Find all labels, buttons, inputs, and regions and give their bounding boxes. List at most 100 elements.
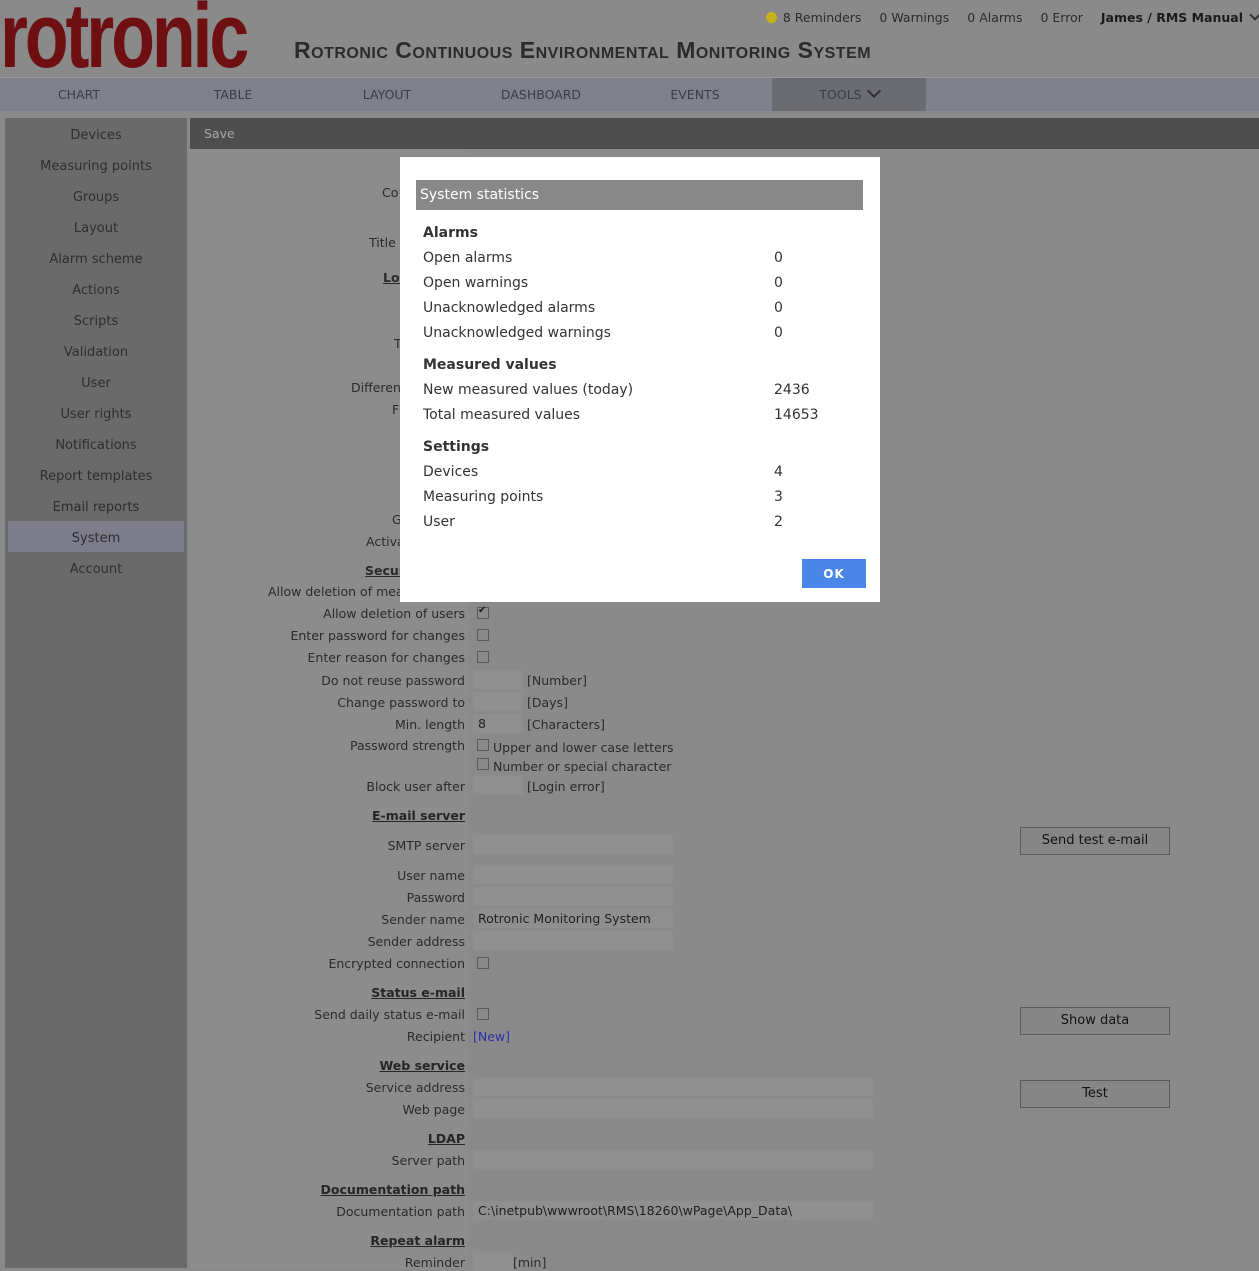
save-button[interactable]: Save	[204, 126, 235, 141]
block-user-input[interactable]	[473, 776, 523, 795]
settings-heading: Settings	[423, 439, 490, 455]
label-recipient: Recipient	[406, 1029, 465, 1044]
reminder-input[interactable]	[473, 1252, 513, 1271]
sidebar-item-alarm-scheme[interactable]: Alarm scheme	[5, 242, 187, 273]
tools-sidebar: Devices Measuring points Groups Layout A…	[5, 118, 187, 1268]
no-reuse-input[interactable]	[473, 670, 523, 689]
nav-events[interactable]: EVENTS	[618, 78, 772, 111]
sidebar-item-groups[interactable]: Groups	[5, 180, 187, 211]
new-recipient-link[interactable]: [New]	[473, 1029, 510, 1044]
alarms-link[interactable]: 0 Alarms	[967, 10, 1022, 25]
measured-heading: Measured values	[423, 357, 557, 373]
checkbox-allow-delete-users[interactable]	[477, 605, 489, 619]
label-fragment: Allow deletion of meas	[268, 584, 411, 599]
label-server-path: Server path	[391, 1153, 465, 1168]
stat-row: Open warnings 0	[423, 275, 783, 291]
sender-name-input[interactable]: Rotronic Monitoring System	[473, 909, 673, 928]
system-statistics-dialog: System statistics Alarms Open alarms 0 Op…	[400, 157, 880, 602]
sidebar-item-scripts[interactable]: Scripts	[5, 304, 187, 335]
section-web-service: Web service	[379, 1058, 465, 1073]
app-title: Rotronic Continuous Environmental Monito…	[294, 37, 872, 63]
label-send-daily: Send daily status e-mail	[314, 1007, 465, 1022]
label-password-strength: Password strength	[349, 738, 465, 753]
sidebar-item-user-rights[interactable]: User rights	[5, 397, 187, 428]
stat-row: Open alarms 0	[423, 250, 783, 266]
stat-row: Total measured values 14653	[423, 407, 819, 423]
service-address-input[interactable]	[473, 1077, 873, 1096]
label-service-address: Service address	[365, 1080, 465, 1095]
ok-button[interactable]: OK	[802, 559, 866, 588]
label-no-reuse: Do not reuse password	[321, 673, 465, 688]
nav-tools[interactable]: TOOLS	[772, 78, 926, 111]
checkbox-send-daily[interactable]	[477, 1008, 489, 1020]
label-smtp: SMTP server	[387, 838, 465, 853]
section-documentation-path: Documentation path	[320, 1182, 465, 1197]
label-web-page: Web page	[402, 1102, 465, 1117]
label-fragment: Activa	[366, 534, 405, 549]
user-menu[interactable]: James / RMS Manual	[1101, 8, 1259, 25]
sidebar-item-report-templates[interactable]: Report templates	[5, 459, 187, 490]
show-data-button[interactable]: Show data	[1020, 1007, 1170, 1035]
checkbox-upper-lower[interactable]	[477, 739, 489, 751]
reminder-dot-icon	[765, 11, 777, 23]
dialog-title: System statistics	[416, 180, 863, 210]
rotronic-logo: rotronic	[0, 0, 249, 87]
change-password-input[interactable]	[473, 692, 523, 711]
server-path-input[interactable]	[473, 1150, 873, 1169]
chevron-down-icon	[866, 83, 881, 99]
label-fragment: Title l	[369, 235, 404, 250]
sidebar-item-email-reports[interactable]: Email reports	[5, 490, 187, 521]
label-number-special: Number or special character	[493, 759, 672, 774]
web-page-input[interactable]	[473, 1099, 873, 1118]
label-upper-lower: Upper and lower case letters	[493, 740, 674, 755]
nav-layout[interactable]: LAYOUT	[310, 78, 464, 111]
errors-link[interactable]: 0 Error	[1040, 10, 1082, 25]
sidebar-item-user[interactable]: User	[5, 366, 187, 397]
sidebar-item-layout[interactable]: Layout	[5, 211, 187, 242]
sidebar-item-account[interactable]: Account	[5, 552, 187, 583]
label-password: Password	[406, 890, 465, 905]
label-documentation-path: Documentation path	[336, 1204, 465, 1219]
main-nav: CHART TABLE LAYOUT DASHBOARD EVENTS TOOL…	[0, 77, 1259, 111]
sidebar-item-measuring-points[interactable]: Measuring points	[5, 149, 187, 180]
reminders-link[interactable]: 8 Reminders	[765, 10, 861, 25]
send-test-email-button[interactable]: Send test e-mail	[1020, 827, 1170, 855]
sidebar-item-system[interactable]: System	[8, 521, 184, 552]
checkbox-enter-reason[interactable]	[477, 651, 489, 663]
stat-row: User 2	[423, 514, 783, 530]
alarms-heading: Alarms	[423, 225, 478, 241]
warnings-link[interactable]: 0 Warnings	[879, 10, 949, 25]
nav-dashboard[interactable]: DASHBOARD	[464, 78, 618, 111]
section-fragment: Secur	[365, 563, 405, 578]
checkbox-enter-password[interactable]	[477, 629, 489, 641]
chevron-down-icon	[1249, 8, 1259, 21]
label-fragment: Co	[382, 185, 399, 200]
sidebar-item-notifications[interactable]: Notifications	[5, 428, 187, 459]
documentation-path-input[interactable]: C:\inetpub\wwwroot\RMS\18260\wPage\App_D…	[473, 1201, 873, 1220]
label-min-length: Min. length	[395, 717, 465, 732]
checkbox-number-special[interactable]	[477, 758, 489, 770]
smtp-input[interactable]	[473, 835, 673, 854]
label-sender-address: Sender address	[367, 934, 465, 949]
stat-row: New measured values (today) 2436	[423, 382, 810, 398]
sidebar-item-actions[interactable]: Actions	[5, 273, 187, 304]
user-name-input[interactable]	[473, 865, 673, 884]
app-header: rotronic Rotronic Continuous Environment…	[0, 0, 1259, 82]
label-user-name: User name	[397, 868, 465, 883]
sidebar-item-validation[interactable]: Validation	[5, 335, 187, 366]
checkbox-encrypted[interactable]	[477, 957, 489, 969]
label-allow-delete-users: Allow deletion of users	[323, 606, 465, 621]
sidebar-item-devices[interactable]: Devices	[5, 118, 187, 149]
password-input[interactable]	[473, 887, 673, 906]
nav-chart[interactable]: CHART	[2, 78, 156, 111]
label-fragment: F	[392, 402, 400, 417]
nav-table[interactable]: TABLE	[156, 78, 310, 111]
label-enter-reason: Enter reason for changes	[307, 650, 465, 665]
unit-characters: [Characters]	[527, 717, 605, 732]
sender-address-input[interactable]	[473, 931, 673, 950]
section-repeat-alarm: Repeat alarm	[370, 1233, 465, 1248]
test-button[interactable]: Test	[1020, 1080, 1170, 1108]
min-length-input[interactable]: 8	[473, 714, 523, 733]
unit-days: [Days]	[527, 695, 568, 710]
label-encrypted: Encrypted connection	[328, 956, 465, 971]
